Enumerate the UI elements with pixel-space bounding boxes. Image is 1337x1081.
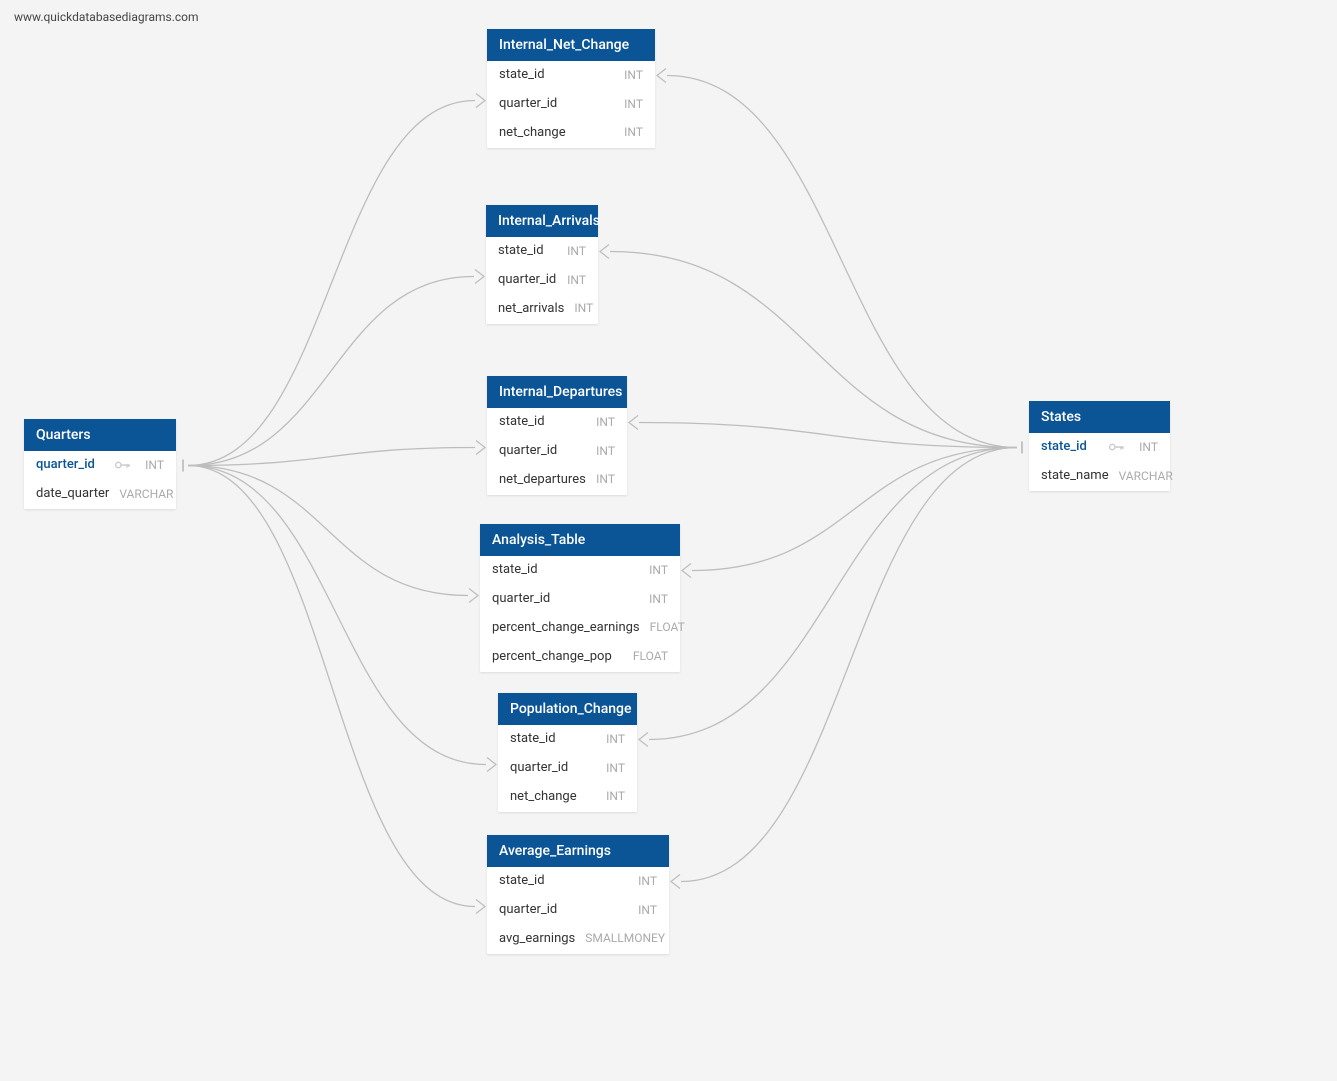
column-type: VARCHAR <box>1109 469 1173 485</box>
column-name: percent_change_pop <box>492 649 612 666</box>
column-type: INT <box>596 732 625 748</box>
column-type: INT <box>639 563 668 579</box>
table-analysis_table[interactable]: Analysis_Table state_id INT quarter_id INT pe… <box>480 524 680 672</box>
table-row[interactable]: quarter_id INT <box>24 451 176 480</box>
table-row[interactable]: avg_earningsSMALLMONEY <box>487 925 669 954</box>
table-internal_departures[interactable]: Internal_Departuresstate_idINTquarter_id… <box>487 376 627 495</box>
column-name: state_id <box>492 562 538 579</box>
table-internal_arrivals[interactable]: Internal_Arrivalsstate_idINTquarter_idIN… <box>486 205 598 324</box>
table-row[interactable]: state_id INT <box>480 556 680 585</box>
column-name: state_id <box>499 414 545 431</box>
column-name: net_change <box>499 125 566 142</box>
column-name: net_departures <box>499 472 586 489</box>
table-row[interactable]: state_id INT <box>487 61 655 90</box>
column-type: INT <box>586 415 615 431</box>
table-row[interactable]: net_departuresINT <box>487 466 627 495</box>
table-row[interactable]: quarter_id INT <box>498 754 637 783</box>
table-header[interactable]: Quarters <box>24 419 176 451</box>
table-row[interactable]: quarter_id INT <box>487 896 669 925</box>
table-row[interactable]: date_quarterVARCHAR <box>24 480 176 509</box>
key-icon <box>1109 442 1123 452</box>
column-name: state_id <box>498 243 544 260</box>
column-type: SMALLMONEY <box>575 931 665 947</box>
column-name: state_id <box>510 731 556 748</box>
column-type: INT <box>135 458 164 474</box>
column-name: percent_change_earnings <box>492 620 640 637</box>
column-name: date_quarter <box>36 486 109 503</box>
table-row[interactable]: percent_change_earningsFLOAT <box>480 614 680 643</box>
column-type: INT <box>614 125 643 141</box>
table-row[interactable]: net_arrivalsINT <box>486 295 598 324</box>
table-states[interactable]: States state_id INT state_nameVARCHAR <box>1029 401 1170 491</box>
column-type: INT <box>614 68 643 84</box>
column-type: INT <box>628 874 657 890</box>
column-name: quarter_id <box>510 760 568 777</box>
table-row[interactable]: state_id INT <box>1029 433 1170 462</box>
table-row[interactable]: quarter_id INT <box>487 90 655 119</box>
column-name: state_name <box>1041 468 1109 485</box>
column-type: FLOAT <box>623 649 668 665</box>
table-population_change[interactable]: Population_Change state_id INT quarter_id IN… <box>498 693 637 812</box>
column-type: INT <box>586 472 615 488</box>
column-name: quarter_id <box>36 457 95 474</box>
table-row[interactable]: quarter_id INT <box>480 585 680 614</box>
table-internal_net_change[interactable]: Internal_Net_Changestate_idINTquarter_id… <box>487 29 655 148</box>
column-type: INT <box>596 761 625 777</box>
column-name: quarter_id <box>498 272 556 289</box>
column-type: INT <box>614 97 643 113</box>
column-name: quarter_id <box>492 591 550 608</box>
column-type: FLOAT <box>640 620 685 636</box>
column-name: state_id <box>1041 439 1087 456</box>
table-row[interactable]: state_id INT <box>487 408 627 437</box>
table-row[interactable]: net_change INT <box>498 783 637 812</box>
column-type: INT <box>564 301 593 317</box>
column-type: INT <box>639 592 668 608</box>
column-name: quarter_id <box>499 443 557 460</box>
table-row[interactable]: net_change INT <box>487 119 655 148</box>
table-header[interactable]: Internal_Departures <box>487 376 627 408</box>
table-row[interactable]: percent_change_pop FLOAT <box>480 643 680 672</box>
column-type: VARCHAR <box>109 487 173 503</box>
table-row[interactable]: state_id INT <box>498 725 637 754</box>
column-name: net_change <box>510 789 577 806</box>
column-name: state_id <box>499 873 545 890</box>
table-row[interactable]: state_id INT <box>486 237 598 266</box>
table-header[interactable]: Analysis_Table <box>480 524 680 556</box>
column-name: net_arrivals <box>498 301 564 318</box>
table-header[interactable]: Internal_Arrivals <box>486 205 598 237</box>
table-average_earnings[interactable]: Average_Earnings state_id INT quarter_id INT… <box>487 835 669 954</box>
column-type: INT <box>1129 440 1158 456</box>
table-quarters[interactable]: Quarters quarter_id INT date_quarterVARCHAR <box>24 419 176 509</box>
table-row[interactable]: state_nameVARCHAR <box>1029 462 1170 491</box>
column-name: state_id <box>499 67 545 84</box>
table-header[interactable]: States <box>1029 401 1170 433</box>
key-icon <box>115 460 129 470</box>
table-header[interactable]: Internal_Net_Change <box>487 29 655 61</box>
table-header[interactable]: Average_Earnings <box>487 835 669 867</box>
table-row[interactable]: quarter_id INT <box>487 437 627 466</box>
column-name: avg_earnings <box>499 931 575 948</box>
column-name: quarter_id <box>499 902 557 919</box>
table-row[interactable]: quarter_idINT <box>486 266 598 295</box>
column-type: INT <box>557 273 586 289</box>
column-type: INT <box>628 903 657 919</box>
column-type: INT <box>596 789 625 805</box>
watermark-text: www.quickdatabasediagrams.com <box>14 10 199 24</box>
column-type: INT <box>586 444 615 460</box>
table-row[interactable]: state_id INT <box>487 867 669 896</box>
column-name: quarter_id <box>499 96 557 113</box>
column-type: INT <box>557 244 586 260</box>
table-header[interactable]: Population_Change <box>498 693 637 725</box>
